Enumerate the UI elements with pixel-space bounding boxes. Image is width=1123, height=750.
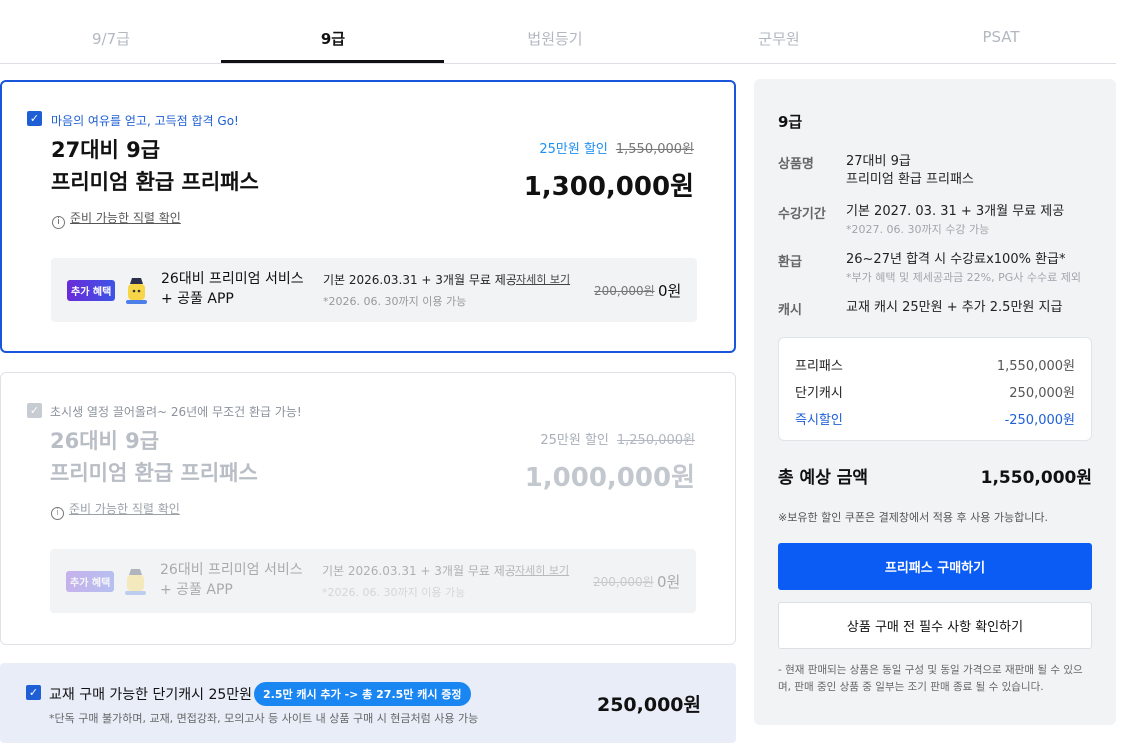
discount-row: 25만원 할인 1,250,000원 xyxy=(540,429,695,448)
bonus-price: 0원 xyxy=(657,573,681,591)
mascot-icon xyxy=(125,569,146,595)
bonus-benefit-box: 추가 혜택 26대비 프리미엄 서비스 + 공풀 APP 기본 2026.03.3… xyxy=(50,549,696,613)
bonus-title: 26대비 프리미엄 서비스 + 공풀 APP xyxy=(160,562,303,598)
tab-military[interactable]: 군무원 xyxy=(668,28,890,49)
discount-label: 25만원 할인 xyxy=(540,433,609,448)
cash-note: *단독 구매 불가하며, 교재, 면접강좌, 모의고사 등 사이트 내 상품 구… xyxy=(49,712,479,725)
price-line-pass: 프리패스 1,550,000원 xyxy=(795,359,1075,374)
active-tab-indicator xyxy=(221,60,444,63)
product-price: 1,000,000원 xyxy=(524,463,695,493)
coupon-note: ※보유한 할인 쿠폰은 결제창에서 적용 후 사용 가능합니다. xyxy=(778,511,1048,524)
series-info-link[interactable]: i 준비 가능한 직렬 확인 xyxy=(52,209,181,229)
discount-row: 25만원 할인 1,550,000원 xyxy=(539,138,694,157)
info-icon: i xyxy=(52,216,65,229)
order-summary: 9급 상품명 27대비 9급 프리미엄 환급 프리패스 수강기간 기본 2027.… xyxy=(754,79,1116,725)
product-title-line1: 26대비 9급 xyxy=(50,429,160,453)
cash-title: 교재 구매 가능한 단기캐시 25만원 xyxy=(49,687,253,703)
bonus-benefit-box: 추가 혜택 26대비 프리미엄 서비스 + 공풀 APP 기본 2026.03.3… xyxy=(51,258,697,322)
mascot-icon xyxy=(126,278,147,304)
product-price: 1,300,000원 xyxy=(523,172,694,202)
summary-title: 9급 xyxy=(778,113,803,131)
price-line-discount: 즉시할인 -250,000원 xyxy=(795,413,1075,428)
total-label: 총 예상 금액 xyxy=(778,468,869,488)
cash-option[interactable]: ✓ 교재 구매 가능한 단기캐시 25만원 2.5만 캐시 추가 -> 총 27… xyxy=(0,663,736,743)
tab-9[interactable]: 9급 xyxy=(222,28,444,49)
bonus-price: 0원 xyxy=(658,282,682,300)
category-tabs: 9/7급 9급 법원등기 군무원 PSAT xyxy=(0,0,1116,64)
info-icon: i xyxy=(51,507,64,520)
product-title-line1: 27대비 9급 xyxy=(51,138,161,162)
product-tagline: 마음의 여유를 얻고, 고득점 합격 Go! xyxy=(51,114,239,128)
product-title-line2: 프리미엄 환급 프리패스 xyxy=(50,461,258,485)
detail-link[interactable]: 자세히 보기 xyxy=(516,271,570,287)
check-requirements-button[interactable]: 상품 구매 전 필수 사항 확인하기 xyxy=(778,602,1092,649)
discount-label: 25만원 할인 xyxy=(539,142,608,157)
series-info-link[interactable]: i 준비 가능한 직렬 확인 xyxy=(51,500,180,520)
extra-benefit-badge: 추가 혜택 xyxy=(66,571,115,592)
tab-97[interactable]: 9/7급 xyxy=(0,28,222,49)
bonus-original-price: 200,000원 xyxy=(593,575,654,589)
price-breakdown: 프리패스 1,550,000원 단기캐시 250,000원 즉시할인 -250,000… xyxy=(778,337,1092,441)
cash-checkbox[interactable]: ✓ xyxy=(26,685,41,700)
resale-note: - 현재 판매되는 상품은 동일 구성 및 동일 가격으로 재판매 될 수 있으… xyxy=(778,664,1083,693)
tab-psat[interactable]: PSAT xyxy=(890,28,1112,46)
product-card-26[interactable]: ✓ 초시생 열정 끌어올려~ 26년에 무조건 환급 가능! 26대비 9급 프… xyxy=(0,372,736,645)
extra-benefit-badge: 추가 혜택 xyxy=(67,280,116,301)
total-value: 1,550,000원 xyxy=(980,468,1092,488)
original-price: 1,250,000원 xyxy=(616,433,695,448)
detail-link[interactable]: 자세히 보기 xyxy=(515,562,569,578)
cash-bonus-pill: 2.5만 캐시 추가 -> 총 27.5만 캐시 증정 xyxy=(254,682,471,706)
product-card-27[interactable]: ✓ 마음의 여유를 얻고, 고득점 합격 Go! 27대비 9급 프리미엄 환급… xyxy=(0,80,736,353)
bonus-desc: 기본 2026.03.31 + 3개월 무료 제공 *2026. 06. 30까지… xyxy=(322,564,516,599)
cash-price: 250,000원 xyxy=(596,694,701,716)
product-tagline: 초시생 열정 끌어올려~ 26년에 무조건 환급 가능! xyxy=(50,405,302,419)
bonus-desc: 기본 2026.03.31 + 3개월 무료 제공 *2026. 06. 30까지… xyxy=(323,273,517,308)
price-line-cash: 단기캐시 250,000원 xyxy=(795,386,1075,401)
buy-freepass-button[interactable]: 프리패스 구매하기 xyxy=(778,543,1092,590)
tab-court[interactable]: 법원등기 xyxy=(444,28,666,49)
product-title-line2: 프리미엄 환급 프리패스 xyxy=(51,170,259,194)
product-checkbox[interactable]: ✓ xyxy=(27,403,42,418)
product-checkbox[interactable]: ✓ xyxy=(27,111,42,126)
original-price: 1,550,000원 xyxy=(615,142,694,157)
bonus-title: 26대비 프리미엄 서비스 + 공풀 APP xyxy=(161,271,304,307)
bonus-original-price: 200,000원 xyxy=(594,284,655,298)
